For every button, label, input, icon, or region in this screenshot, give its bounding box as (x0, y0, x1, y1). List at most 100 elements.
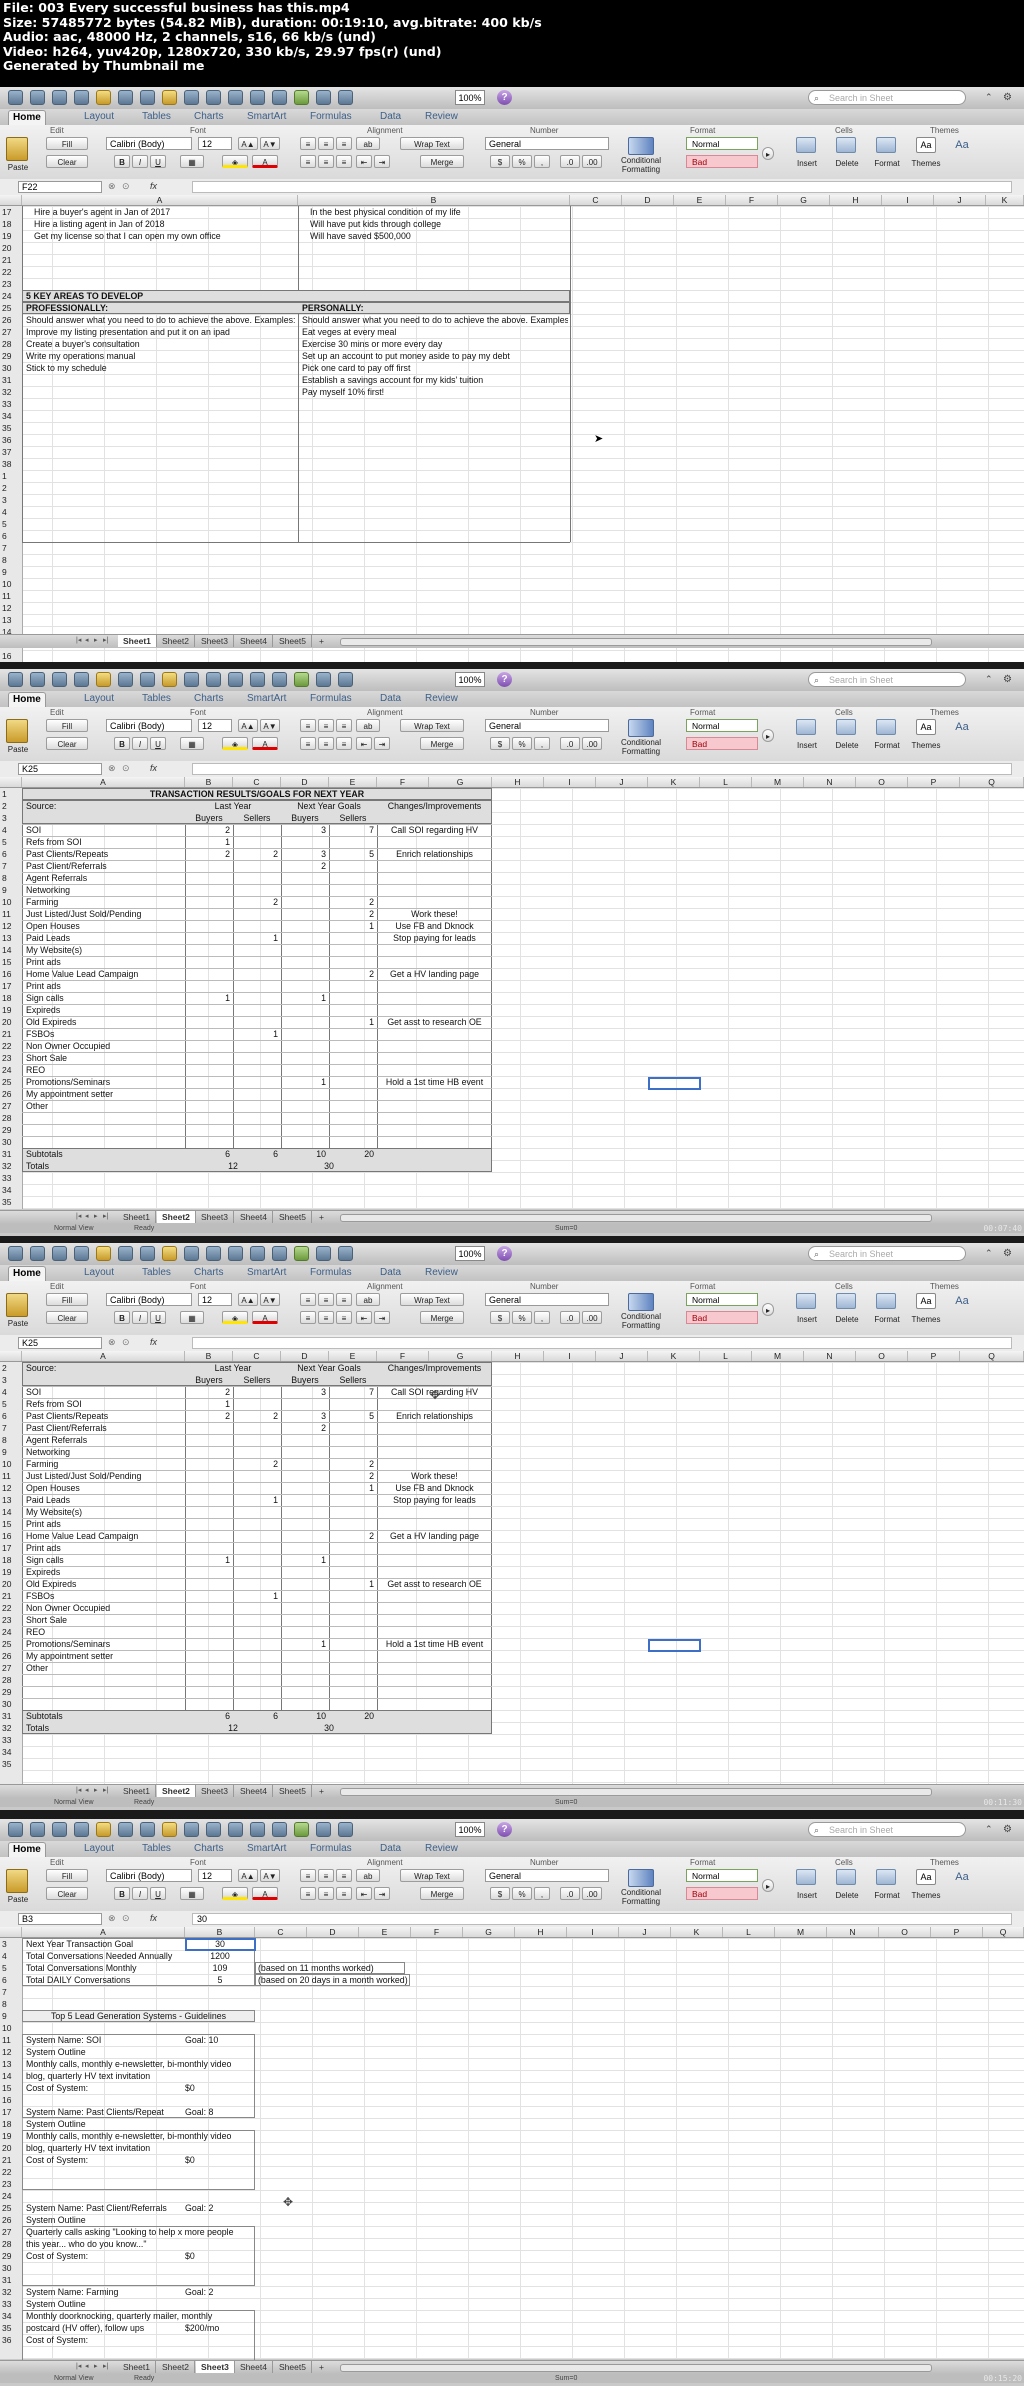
row-header[interactable]: 17 (0, 206, 22, 218)
search-input[interactable]: ⌕ Search in Sheet (808, 90, 966, 105)
column-header-b[interactable]: B (185, 1351, 233, 1361)
align-h-button-2[interactable]: ≡ (336, 155, 352, 168)
row-header[interactable]: 34 (0, 1746, 22, 1758)
column-header-i[interactable]: I (544, 1351, 596, 1361)
row-header[interactable]: 32 (0, 1160, 22, 1172)
row-header[interactable]: 21 (0, 2154, 22, 2166)
row-header[interactable]: 11 (0, 2034, 22, 2046)
filter-icon[interactable] (272, 1246, 287, 1261)
row-header[interactable]: 29 (0, 350, 22, 362)
fill-color-button[interactable]: ◈ (222, 155, 248, 168)
column-header-g[interactable]: G (463, 1927, 515, 1937)
styles-more-button[interactable]: ▸ (762, 147, 774, 160)
row-header[interactable]: 13 (0, 614, 22, 626)
column-header-c[interactable]: C (233, 777, 281, 787)
row-header[interactable]: 24 (0, 1626, 22, 1638)
sort-icon[interactable] (250, 1822, 265, 1837)
percent-button[interactable]: % (512, 1887, 532, 1900)
zoom-field[interactable]: 100% (455, 90, 485, 105)
enter-icon[interactable]: ⊙ (122, 181, 130, 192)
fill-color-button[interactable]: ◈ (222, 737, 248, 750)
tab-review[interactable]: Review (421, 1266, 462, 1280)
redo-icon[interactable] (206, 90, 221, 105)
column-header-g[interactable]: G (778, 195, 830, 205)
column-header-j[interactable]: J (934, 195, 986, 205)
row-header[interactable]: 16 (0, 650, 22, 662)
decrease-decimal-button[interactable]: .00 (582, 737, 602, 750)
column-header-i[interactable]: I (544, 777, 596, 787)
row-header[interactable]: 27 (0, 1662, 22, 1674)
enter-icon[interactable]: ⊙ (122, 1337, 130, 1348)
column-header-l[interactable]: L (700, 1351, 752, 1361)
formula-input[interactable] (192, 763, 1012, 775)
column-header-f[interactable]: F (726, 195, 778, 205)
open-icon[interactable] (30, 1246, 45, 1261)
style-bad[interactable]: Bad (686, 155, 758, 168)
row-header[interactable]: 5 (0, 518, 22, 530)
merge-button[interactable]: Merge (420, 155, 464, 168)
currency-button[interactable]: $ (490, 1887, 510, 1900)
decrease-decimal-button[interactable]: .00 (582, 1887, 602, 1900)
sheet-tab-4[interactable]: Sheet4 (235, 1211, 273, 1223)
wrap-text-button[interactable]: Wrap Text (400, 719, 464, 732)
sheet-nav-last-icon[interactable]: ▸| (103, 637, 110, 645)
help-icon[interactable]: ? (497, 1246, 512, 1261)
toolbar-options-icon[interactable]: ⚙ (1003, 1248, 1015, 1260)
font-name-select[interactable]: Calibri (Body) (106, 137, 192, 150)
row-header[interactable]: 4 (0, 506, 22, 518)
column-header-d[interactable]: D (281, 777, 329, 787)
tab-review[interactable]: Review (421, 692, 462, 706)
outdent-button[interactable]: ⇥ (374, 737, 390, 750)
sheet-tab-3[interactable]: Sheet3 (196, 635, 234, 647)
tab-data[interactable]: Data (376, 1842, 405, 1856)
help-icon[interactable]: ? (497, 1822, 512, 1837)
insert-icon[interactable] (796, 1869, 816, 1885)
row-header[interactable]: 11 (0, 1470, 22, 1482)
toolbox-icon[interactable] (316, 672, 331, 687)
row-header[interactable]: 2 (0, 482, 22, 494)
row-header[interactable]: 30 (0, 2262, 22, 2274)
sheet-nav-last-icon[interactable]: ▸| (103, 1213, 110, 1221)
row-header[interactable]: 16 (0, 2094, 22, 2106)
row-header[interactable]: 27 (0, 1100, 22, 1112)
align-top-button-1[interactable]: ≡ (318, 137, 334, 150)
fill-button[interactable]: Fill (46, 1293, 88, 1306)
row-header[interactable]: 31 (0, 1148, 22, 1160)
sheet-tab-5[interactable]: Sheet5 (274, 635, 312, 647)
open-icon[interactable] (30, 90, 45, 105)
tab-review[interactable]: Review (421, 1842, 462, 1856)
column-header-o[interactable]: O (856, 777, 908, 787)
toolbox-icon[interactable] (316, 1246, 331, 1261)
sheet-tab-2[interactable]: Sheet2 (157, 1211, 196, 1223)
style-normal[interactable]: Normal (686, 719, 758, 732)
font-size-select[interactable]: 12 (198, 137, 232, 150)
tab-layout[interactable]: Layout (80, 110, 118, 124)
borders-button[interactable]: ▦ (180, 155, 204, 168)
paste-icon[interactable] (6, 1869, 28, 1893)
row-header[interactable]: 35 (0, 1196, 22, 1208)
align-top-button-1[interactable]: ≡ (318, 1293, 334, 1306)
font-name-select[interactable]: Calibri (Body) (106, 719, 192, 732)
select-all-corner[interactable] (0, 195, 22, 205)
autosum-icon[interactable] (228, 1822, 243, 1837)
row-header[interactable]: 36 (0, 434, 22, 446)
media-icon[interactable] (338, 1246, 353, 1261)
percent-button[interactable]: % (512, 155, 532, 168)
column-header-m[interactable]: M (775, 1927, 827, 1937)
row-header[interactable]: 8 (0, 554, 22, 566)
formula-input[interactable]: 30 (192, 1913, 1012, 1925)
row-header[interactable]: 1 (0, 788, 22, 800)
align-top-button-0[interactable]: ≡ (300, 1869, 316, 1882)
row-header[interactable]: 23 (0, 1614, 22, 1626)
sort-icon[interactable] (250, 90, 265, 105)
tab-review[interactable]: Review (421, 110, 462, 124)
font-size-select[interactable]: 12 (198, 719, 232, 732)
add-sheet-button[interactable]: + (314, 635, 329, 647)
undo-icon[interactable] (184, 672, 199, 687)
format_btn-icon[interactable] (876, 137, 896, 153)
column-header-f[interactable]: F (377, 1351, 429, 1361)
open-icon[interactable] (30, 672, 45, 687)
row-header[interactable]: 30 (0, 1136, 22, 1148)
column-header-b[interactable]: B (185, 1927, 255, 1937)
row-header[interactable]: 30 (0, 362, 22, 374)
